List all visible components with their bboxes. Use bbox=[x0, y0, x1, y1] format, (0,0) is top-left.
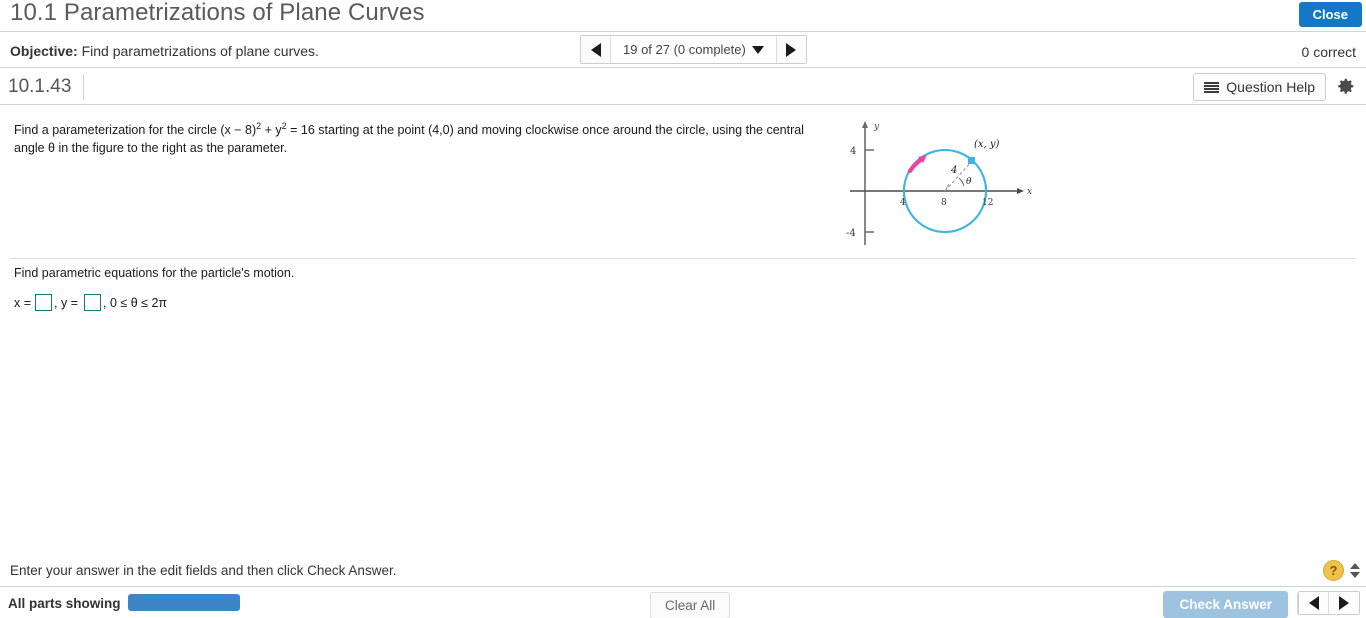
triangle-left-icon bbox=[590, 42, 601, 57]
list-icon bbox=[1204, 81, 1220, 93]
y-tick-label-4: 4 bbox=[850, 146, 856, 157]
y-answer-input[interactable] bbox=[84, 294, 101, 311]
point-label: (x, y) bbox=[974, 139, 1000, 150]
question-help-button[interactable]: Question Help bbox=[1193, 73, 1326, 101]
page-title: 10.1 Parametrizations of Plane Curves bbox=[10, 0, 425, 26]
objective-bar: Objective: Find parametrizations of plan… bbox=[0, 32, 1366, 68]
x-tick-label-4: 4 bbox=[900, 198, 906, 208]
answer-row: x = , y = , 0 ≤ θ ≤ 2π bbox=[14, 294, 167, 311]
progress-bar bbox=[128, 594, 240, 611]
check-answer-button[interactable]: Check Answer bbox=[1163, 591, 1288, 618]
correct-count: 0 correct bbox=[1301, 44, 1356, 60]
question-pager: 19 of 27 (0 complete) bbox=[580, 35, 807, 64]
scroll-spinner[interactable] bbox=[1348, 559, 1362, 582]
objective-label: Objective: bbox=[10, 43, 78, 59]
y-tick-label-neg4: -4 bbox=[846, 228, 856, 239]
next-question-button[interactable] bbox=[775, 36, 806, 63]
problem-text-part2: + y bbox=[261, 123, 282, 138]
sub-question-prompt: Find parametric equations for the partic… bbox=[14, 266, 295, 280]
angle-label: θ bbox=[966, 177, 972, 187]
answer-section: Find parametric equations for the partic… bbox=[0, 259, 1366, 556]
triangle-right-icon bbox=[1339, 596, 1349, 610]
radius-label: 4 bbox=[950, 165, 957, 176]
y-axis-arrow bbox=[862, 121, 868, 128]
question-help-label: Question Help bbox=[1226, 79, 1315, 95]
close-button[interactable]: Close bbox=[1298, 2, 1362, 27]
point-marker bbox=[968, 157, 975, 164]
problem-text-part1: Find a parameterization for the circle (… bbox=[14, 123, 257, 138]
center-tick bbox=[944, 183, 950, 192]
objective-value: Find parametrizations of plane curves. bbox=[81, 43, 319, 59]
y-axis-label: y bbox=[873, 122, 880, 132]
objective: Objective: Find parametrizations of plan… bbox=[10, 43, 319, 59]
parts-status-label: All parts showing bbox=[8, 596, 121, 611]
title-bar: 10.1 Parametrizations of Plane Curves Cl… bbox=[0, 0, 1366, 32]
triangle-right-icon bbox=[786, 42, 797, 57]
bottom-next-button[interactable] bbox=[1329, 592, 1359, 614]
bottom-previous-button[interactable] bbox=[1299, 592, 1329, 614]
question-id-bar: 10.1.43 Question Help bbox=[0, 68, 1366, 105]
bottom-toolbar: All parts showing Clear All Check Answer bbox=[0, 586, 1366, 618]
x-answer-input[interactable] bbox=[35, 294, 53, 311]
question-selector[interactable]: 19 of 27 (0 complete) bbox=[611, 36, 776, 63]
circle-figure: y x 4 -4 4 8 12 (x, y) 4 θ bbox=[838, 113, 1038, 253]
problem-section: Find a parameterization for the circle (… bbox=[0, 105, 1366, 258]
x-axis-arrow bbox=[1017, 188, 1024, 194]
help-icon[interactable]: ? bbox=[1323, 560, 1344, 581]
clear-all-button[interactable]: Clear All bbox=[650, 592, 731, 618]
gear-icon[interactable] bbox=[1334, 76, 1356, 98]
chevron-down-icon bbox=[751, 45, 764, 54]
y-label: , y = bbox=[54, 295, 78, 310]
pager-text: 19 of 27 (0 complete) bbox=[623, 42, 746, 57]
problem-statement: Find a parameterization for the circle (… bbox=[14, 117, 834, 157]
bottom-nav-group bbox=[1298, 591, 1360, 615]
x-tick-label-8: 8 bbox=[941, 198, 947, 208]
x-axis-label: x bbox=[1027, 187, 1032, 197]
question-id: 10.1.43 bbox=[8, 74, 85, 100]
domain-text: , 0 ≤ θ ≤ 2π bbox=[103, 295, 168, 310]
angle-arc bbox=[958, 177, 965, 187]
spinner-up-icon[interactable] bbox=[1350, 563, 1360, 569]
x-tick-label-12: 12 bbox=[982, 198, 993, 208]
x-label: x = bbox=[14, 295, 32, 310]
previous-question-button[interactable] bbox=[581, 36, 611, 63]
hint-text: Enter your answer in the edit fields and… bbox=[10, 563, 397, 578]
hint-bar: Enter your answer in the edit fields and… bbox=[0, 556, 1366, 586]
triangle-left-icon bbox=[1308, 596, 1319, 610]
page-root: 10.1 Parametrizations of Plane Curves Cl… bbox=[0, 0, 1366, 618]
spinner-down-icon[interactable] bbox=[1350, 572, 1360, 578]
